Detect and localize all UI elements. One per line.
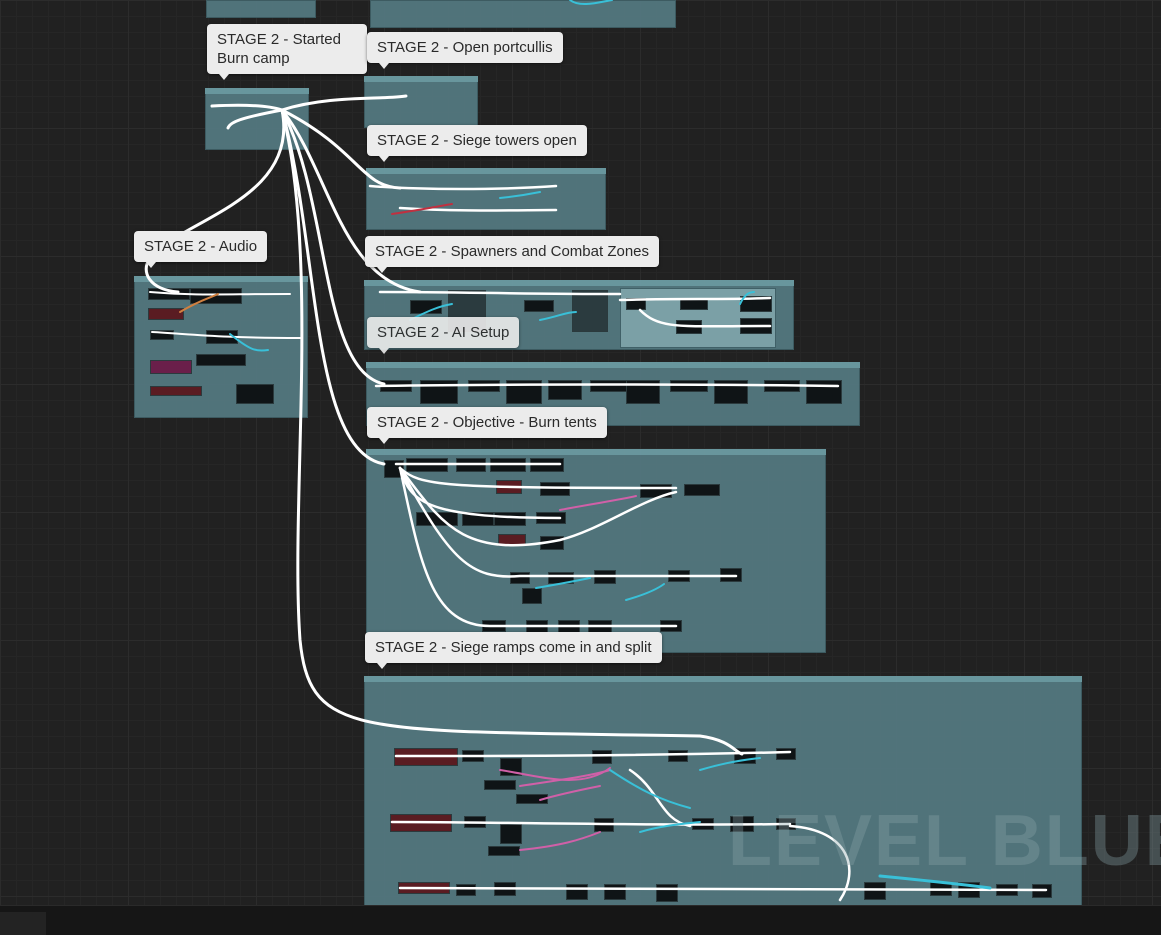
data-wire bbox=[499, 191, 541, 199]
exec-wire bbox=[151, 331, 301, 339]
data-wire bbox=[569, 0, 613, 6]
data-wire bbox=[519, 831, 601, 851]
comment-title-portcullis[interactable]: STAGE 2 - Open portcullis bbox=[367, 32, 563, 69]
data-wire bbox=[179, 293, 219, 313]
comment-title-audio[interactable]: STAGE 2 - Audio bbox=[134, 231, 268, 268]
data-wire bbox=[535, 577, 591, 589]
exec-wire bbox=[618, 296, 772, 302]
comment-title-siege-towers[interactable]: STAGE 2 - Siege towers open bbox=[367, 125, 587, 162]
comment-title-ai-setup[interactable]: STAGE 2 - AI Setup bbox=[367, 317, 520, 354]
exec-wire bbox=[398, 886, 1048, 892]
comment-title-burn-camp[interactable]: STAGE 2 - Started Burn camp bbox=[207, 24, 367, 80]
data-wire bbox=[559, 495, 637, 511]
data-wire bbox=[539, 311, 577, 321]
data-wire bbox=[519, 769, 611, 787]
exec-wire bbox=[398, 466, 678, 490]
exec-wire bbox=[378, 290, 622, 296]
exec-wire bbox=[280, 94, 408, 112]
comment-title-burn-tents[interactable]: STAGE 2 - Objective - Burn tents bbox=[367, 407, 607, 444]
blueprint-graph-canvas[interactable]: STAGE 2 - Started Burn camp STAGE 2 - Op… bbox=[0, 0, 1161, 934]
exec-wire bbox=[226, 108, 284, 130]
exec-wire bbox=[374, 383, 840, 388]
bottom-status-bar bbox=[0, 905, 1161, 935]
exec-wire bbox=[398, 466, 678, 547]
exec-wire bbox=[638, 308, 772, 328]
data-wire bbox=[539, 785, 601, 801]
exec-wire bbox=[210, 103, 284, 112]
exec-wire bbox=[398, 466, 678, 628]
bottom-tab[interactable] bbox=[0, 912, 46, 935]
comment-title-siege-ramps[interactable]: STAGE 2 - Siege ramps come in and split bbox=[365, 632, 662, 669]
exec-wire bbox=[394, 750, 792, 758]
data-wire bbox=[699, 757, 761, 771]
level-blueprint-watermark: LEVEL BLUEP bbox=[728, 801, 1161, 881]
data-wire bbox=[625, 583, 665, 601]
exec-wire bbox=[144, 108, 286, 294]
comment-title-spawners[interactable]: STAGE 2 - Spawners and Combat Zones bbox=[365, 236, 660, 273]
